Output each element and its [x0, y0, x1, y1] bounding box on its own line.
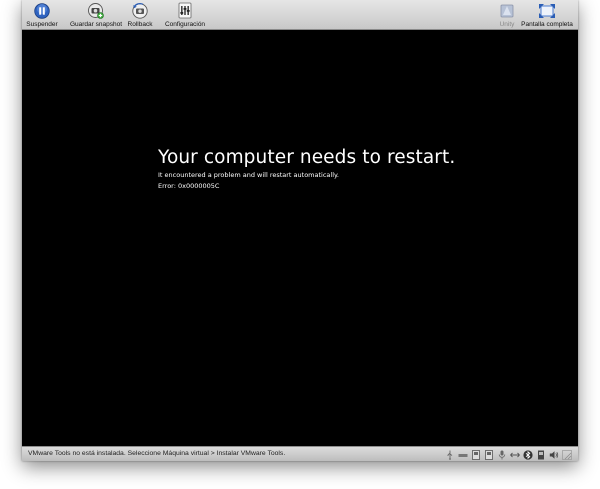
microphone-icon[interactable]: [497, 450, 507, 460]
printer-icon[interactable]: [536, 450, 546, 460]
error-code: Error: 0x0000005C: [158, 182, 220, 190]
unity-icon: [498, 2, 516, 20]
hard-disk-icon[interactable]: [471, 449, 481, 460]
settings-button[interactable]: Configuración: [162, 0, 208, 30]
pause-icon: [33, 2, 51, 20]
vm-window: Suspender Guardar snapshot Rollback Conf…: [22, 0, 578, 461]
settings-label: Configuración: [164, 21, 206, 28]
save-snapshot-button[interactable]: Guardar snapshot: [68, 0, 124, 30]
settings-icon: [176, 2, 194, 20]
snapshot-camera-icon: [87, 2, 105, 20]
status-message: VMware Tools no está instalada. Seleccio…: [28, 450, 286, 457]
restart-message: It encountered a problem and will restar…: [158, 171, 340, 179]
fullscreen-icon: [538, 2, 556, 20]
device-icons: [445, 449, 572, 460]
bluetooth-icon[interactable]: [523, 449, 533, 460]
hard-disk-icon[interactable]: [484, 449, 494, 460]
resize-icon[interactable]: [562, 449, 572, 460]
restart-title: Your computer needs to restart.: [158, 147, 456, 168]
usb-icon[interactable]: [445, 450, 455, 460]
toolbar: Suspender Guardar snapshot Rollback Conf…: [22, 0, 578, 30]
save-snapshot-label: Guardar snapshot: [69, 21, 123, 28]
status-bar: VMware Tools no está instalada. Seleccio…: [22, 446, 578, 461]
suspend-label: Suspender: [26, 21, 58, 28]
unity-button[interactable]: Unity: [496, 0, 518, 30]
rollback-icon: [131, 2, 149, 20]
optical-drive-icon[interactable]: [458, 450, 468, 460]
rollback-label: Rollback: [127, 21, 153, 28]
fullscreen-button[interactable]: Pantalla completa: [519, 0, 575, 30]
rollback-button[interactable]: Rollback: [124, 0, 156, 30]
network-icon[interactable]: [510, 450, 520, 460]
fullscreen-label: Pantalla completa: [521, 21, 573, 28]
speaker-icon[interactable]: [549, 450, 559, 460]
vm-screen[interactable]: Your computer needs to restart. It encou…: [22, 30, 578, 446]
unity-label: Unity: [499, 21, 515, 28]
suspend-button[interactable]: Suspender: [25, 0, 59, 30]
